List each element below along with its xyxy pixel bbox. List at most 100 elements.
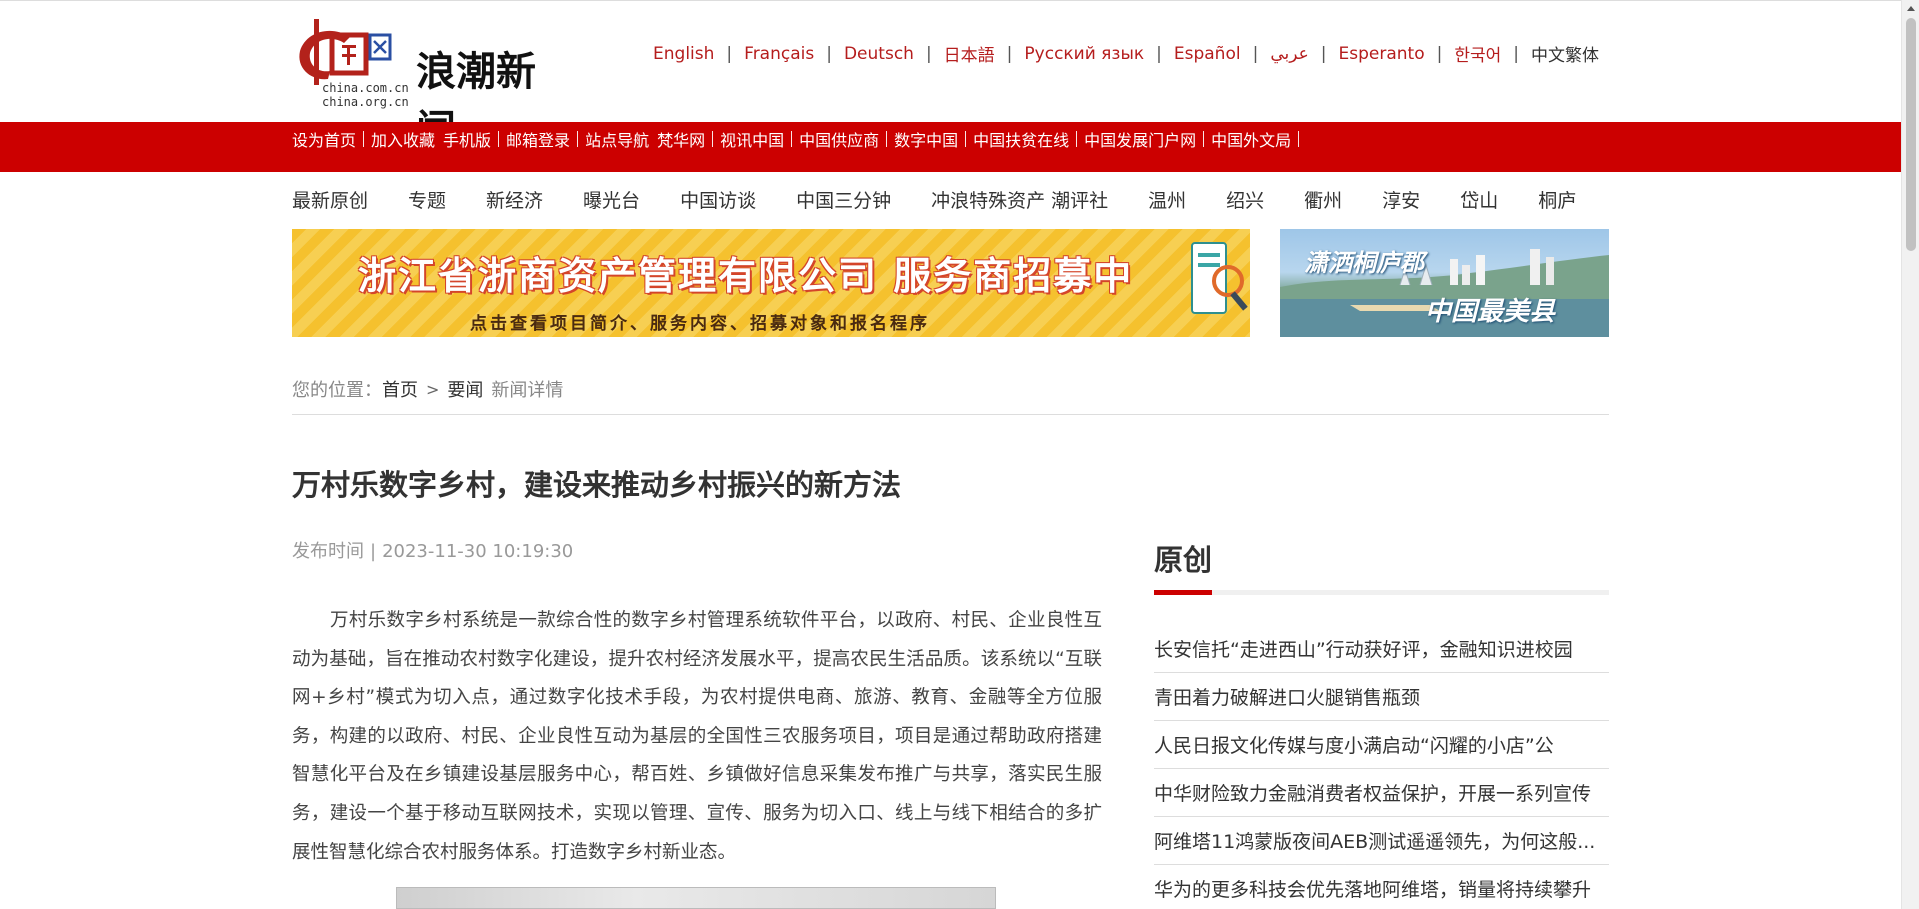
article-title: 万村乐数字乡村，建设来推动乡村振兴的新方法 [292, 468, 902, 502]
channel-latest-original[interactable]: 最新原创 [292, 186, 368, 213]
mobile-version-link[interactable]: 手机版 [443, 127, 491, 151]
article-image [396, 887, 996, 909]
scroll-up-arrow-icon[interactable] [1907, 6, 1915, 11]
sidebar-news-item[interactable]: 华为的更多科技会优先落地阿维塔，销量将持续攀升 [1154, 865, 1609, 909]
channel-special-assets[interactable]: 冲浪特殊资产 [931, 186, 1045, 213]
banner-line-one: 潇洒桐庐郡 [1304, 248, 1424, 277]
red-nav-item: 中国外文局 [1211, 127, 1306, 151]
china-supplier-link[interactable]: 中国供应商 [799, 127, 879, 151]
lang-spanish[interactable]: Español [1174, 44, 1241, 64]
nav-divider [498, 131, 500, 147]
publish-datetime: 2023-11-30 10:19:30 [382, 541, 574, 562]
channel-china-interview[interactable]: 中国访谈 [680, 186, 756, 213]
sidebar-news-list: 长安信托“走进西山”行动获好评，金融知识进校园 青田着力破解进口火腿销售瓶颈 人… [1154, 625, 1609, 909]
channel-topics[interactable]: 专题 [408, 186, 446, 213]
sidebar-news-item[interactable]: 人民日报文化传媒与度小满启动“闪耀的小店”公 [1154, 721, 1609, 769]
channel-new-economy[interactable]: 新经济 [486, 186, 543, 213]
nav-divider [791, 131, 793, 147]
lang-french[interactable]: Français [744, 44, 814, 64]
lang-english[interactable]: English [653, 44, 714, 64]
set-homepage-link[interactable]: 设为首页 [292, 127, 356, 151]
sidebar-news-item[interactable]: 中华财险致力金融消费者权益保护，开展一系列宣传 [1154, 769, 1609, 817]
scrollbar-thumb[interactable] [1906, 18, 1916, 251]
zheshang-asset-banner[interactable]: 浙江省浙商资产管理有限公司 服务商招募中 点击查看项目简介、服务内容、招募对象和… [292, 229, 1250, 337]
channel-quzhou[interactable]: 衢州 [1304, 186, 1342, 213]
lang-separator: | [1006, 43, 1013, 64]
lang-separator: | [1252, 43, 1259, 64]
sidebar-heading: 原创 [1154, 543, 1213, 577]
red-nav-item: 设为首页 [292, 127, 371, 151]
site-nav-link[interactable]: 站点导航 [585, 127, 649, 151]
red-nav-item: 站点导航 梵华网 [585, 127, 720, 151]
sidebar-news-item[interactable]: 长安信托“走进西山”行动获好评，金融知识进校园 [1154, 625, 1609, 673]
lang-separator: | [1513, 43, 1519, 64]
breadcrumb-prefix: 您的位置： [292, 380, 382, 401]
channel-china-three-minutes[interactable]: 中国三分钟 [796, 186, 891, 213]
lang-german[interactable]: Deutsch [844, 44, 914, 64]
breadcrumb-section[interactable]: 要闻 [447, 376, 483, 402]
publish-label: 发布时间 [292, 541, 364, 562]
lang-korean[interactable]: 한국어 [1454, 41, 1501, 66]
breadcrumb-separator: > [426, 379, 440, 399]
lang-japanese[interactable]: 日本語 [944, 41, 995, 66]
foreign-languages-bureau-link[interactable]: 中国外文局 [1211, 127, 1291, 151]
publish-separator: | [370, 541, 377, 562]
channel-commentary[interactable]: 潮评社 [1051, 186, 1108, 213]
channel-chunan[interactable]: 淳安 [1382, 186, 1420, 213]
red-nav-item: 中国扶贫在线 [973, 127, 1084, 151]
channel-tonglu[interactable]: 桐庐 [1538, 186, 1576, 213]
digital-china-link[interactable]: 数字中国 [894, 127, 958, 151]
article-body: 万村乐数字乡村系统是一款综合性的数字乡村管理系统软件平台，以政府、村民、企业良性… [292, 610, 1102, 863]
red-nav-item: 加入收藏 手机版 [371, 127, 506, 151]
sidebar-news-item[interactable]: 阿维塔11鸿蒙版夜间AEB测试遥遥领先，为何这般... [1154, 817, 1609, 865]
language-switcher: English | Français | Deutsch | 日本語 | Русский… [653, 41, 1599, 67]
banner-line-two: 中国最美县 [1425, 297, 1556, 327]
china-net-logo-icon [299, 19, 392, 85]
channel-daishan[interactable]: 岱山 [1460, 186, 1498, 213]
video-china-link[interactable]: 视讯中国 [720, 127, 784, 151]
sidebar-heading-accent [1154, 590, 1212, 595]
logo-domain-org: china.org.cn [322, 95, 409, 109]
sidebar-heading-rule [1154, 590, 1609, 595]
nav-divider [363, 131, 365, 147]
banner-title: 浙江省浙商资产管理有限公司 服务商招募中 [358, 253, 1134, 298]
nav-divider [1203, 131, 1205, 147]
publish-time: 发布时间 | 2023-11-30 10:19:30 [292, 537, 573, 563]
breadcrumb-current: 新闻详情 [491, 380, 564, 401]
add-favorite-link[interactable]: 加入收藏 [371, 127, 435, 151]
poverty-alleviation-link[interactable]: 中国扶贫在线 [973, 127, 1069, 151]
lang-arabic[interactable]: عربي [1270, 44, 1308, 64]
lang-separator: | [726, 43, 733, 64]
channel-nav: 最新原创 专题 新经济 曝光台 中国访谈 中国三分钟 冲浪特殊资产 潮评社 温州… [292, 186, 1616, 213]
red-nav-item: 中国供应商 [799, 127, 894, 151]
lang-separator: | [925, 43, 932, 64]
red-nav-item: 邮箱登录 [506, 127, 585, 151]
sidebar-news-item[interactable]: 青田着力破解进口火腿销售瓶颈 [1154, 673, 1609, 721]
breadcrumb: 您的位置： 首页 > 要闻 新闻详情 [292, 376, 563, 402]
channel-shaoxing[interactable]: 绍兴 [1226, 186, 1264, 213]
nav-divider [577, 131, 579, 147]
nav-divider [1298, 131, 1300, 147]
fanhua-link[interactable]: 梵华网 [657, 127, 705, 151]
lang-separator: | [826, 43, 832, 64]
lang-russian[interactable]: Русский язык [1024, 44, 1144, 64]
page-scrollbar[interactable] [1901, 0, 1919, 909]
nav-divider [965, 131, 967, 147]
channel-wenzhou[interactable]: 温州 [1148, 186, 1186, 213]
nav-divider [886, 131, 888, 147]
breadcrumb-home[interactable]: 首页 [382, 376, 418, 402]
development-gateway-link[interactable]: 中国发展门户网 [1084, 127, 1196, 151]
nav-divider [712, 131, 714, 147]
lang-traditional-chinese[interactable]: 中文繁体 [1531, 41, 1599, 66]
site-header: china.com.cn china.org.cn 浪潮新闻 English | … [0, 0, 1901, 153]
channel-exposure[interactable]: 曝光台 [583, 186, 640, 213]
logo-domain-com: china.com.cn [322, 81, 409, 95]
site-logo[interactable]: china.com.cn china.org.cn 浪潮新闻 [292, 13, 562, 153]
lang-esperanto[interactable]: Esperanto [1339, 44, 1425, 64]
top-red-nav: 设为首页 加入收藏 手机版 邮箱登录 站点导航 梵华网 视讯中国 中国供应商 数字中… [0, 122, 1901, 172]
tonglu-tourism-banner[interactable]: 潇洒桐庐郡 中国最美县 [1280, 229, 1609, 337]
mail-login-link[interactable]: 邮箱登录 [506, 127, 570, 151]
lang-separator: | [1320, 43, 1327, 64]
red-nav-item: 视讯中国 [720, 127, 799, 151]
lang-separator: | [1156, 43, 1162, 64]
